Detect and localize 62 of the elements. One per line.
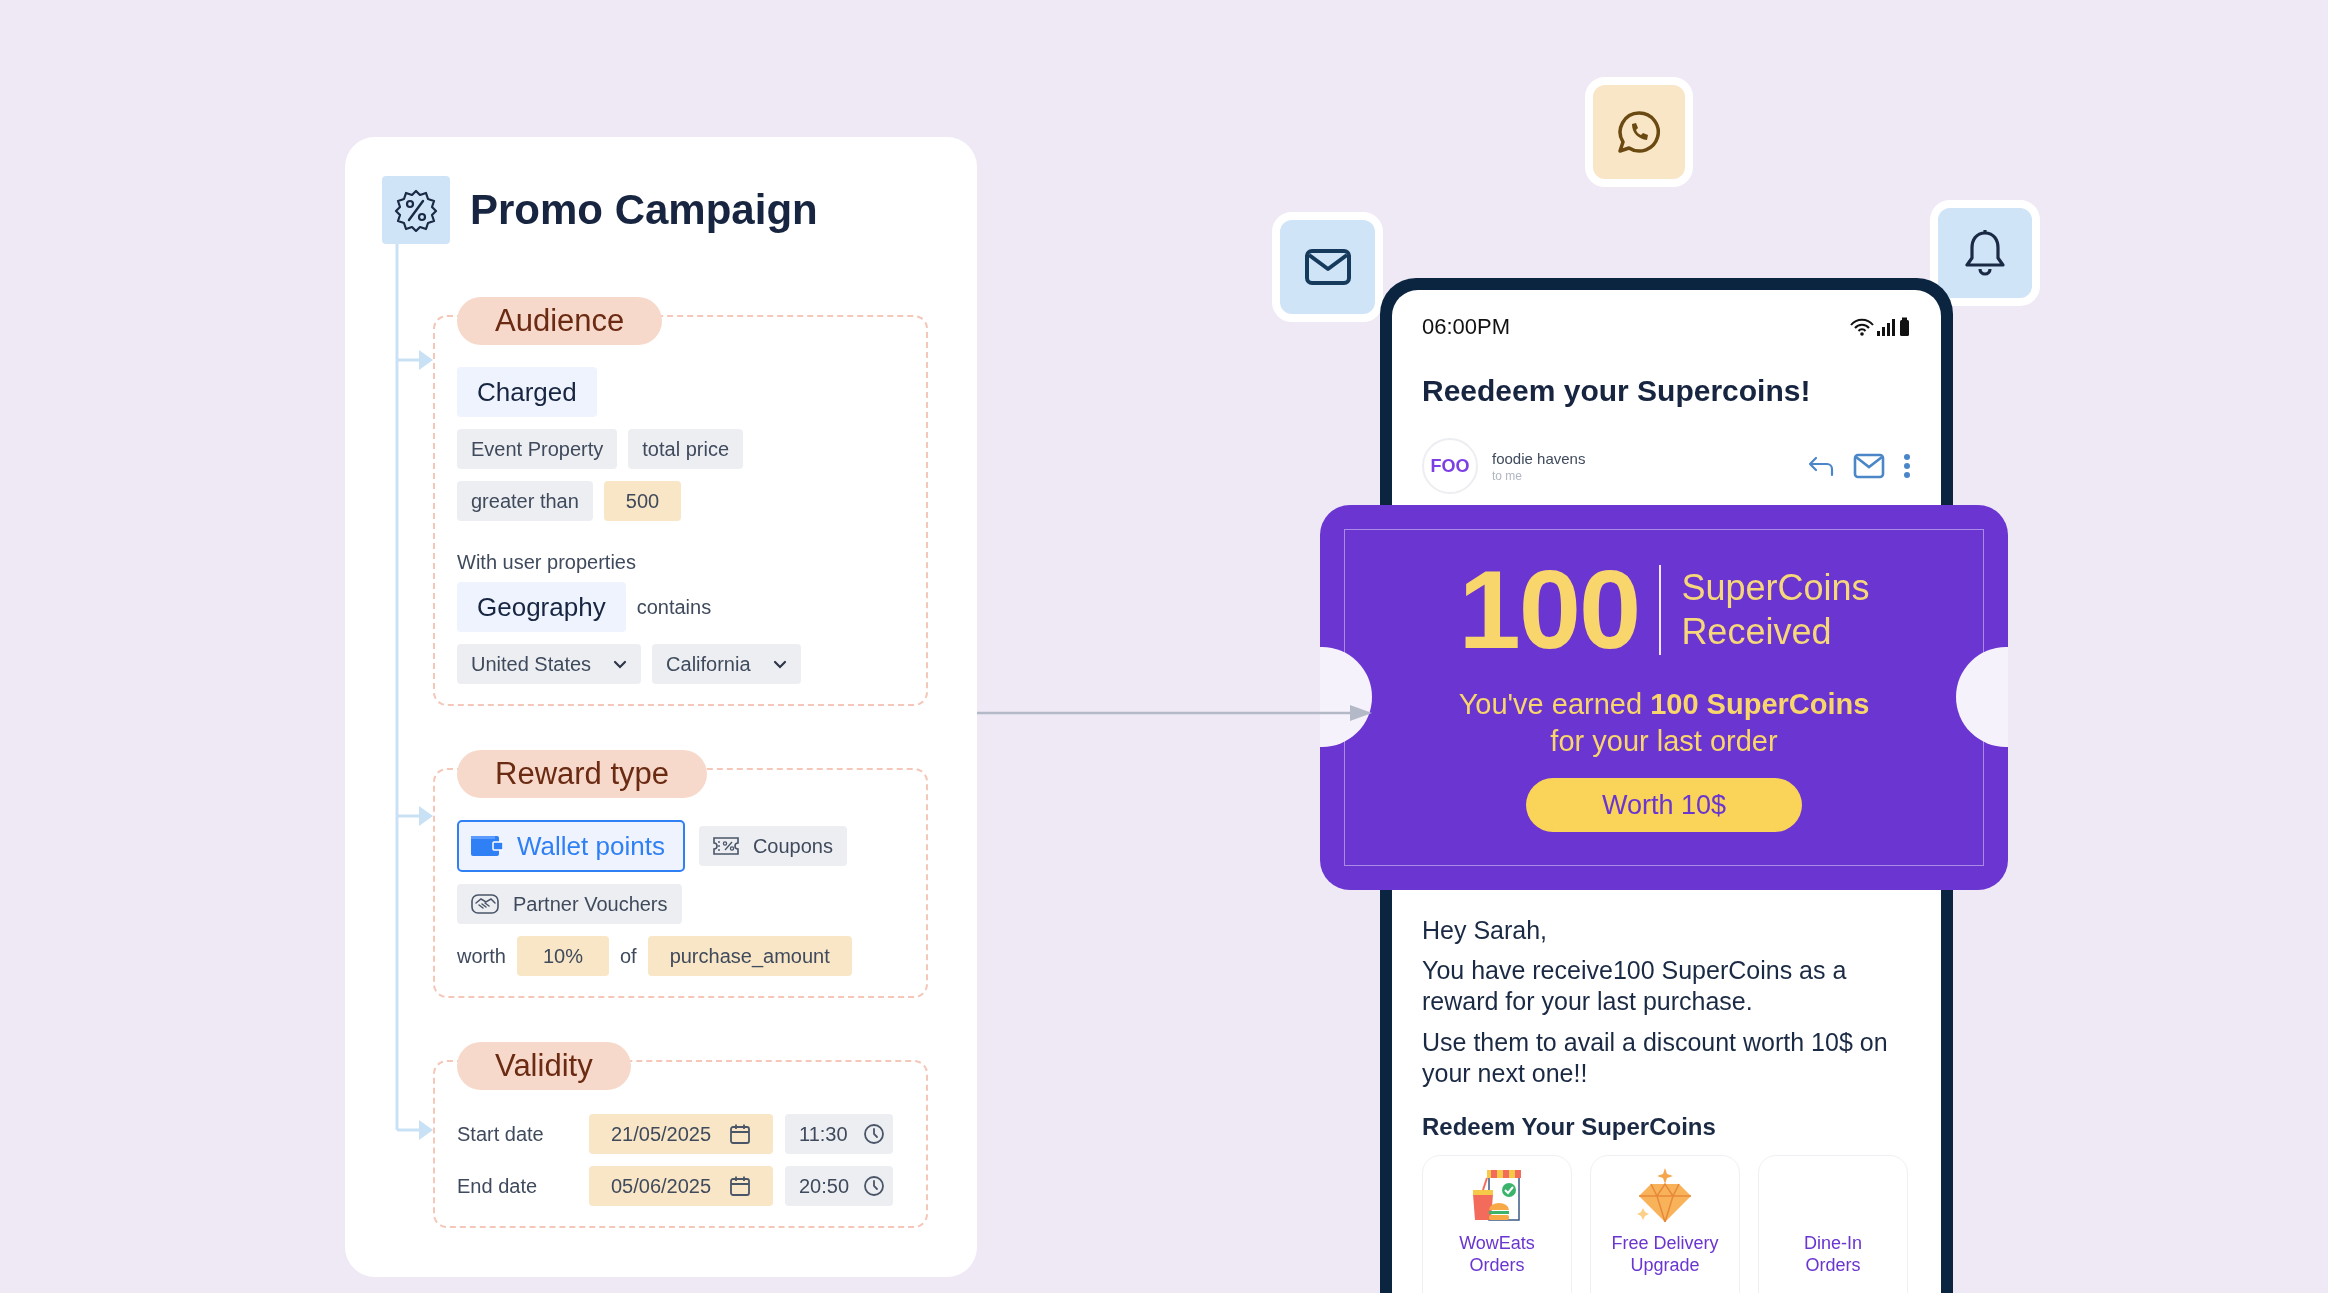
- section-heading: Audience: [457, 297, 663, 345]
- redeem-card[interactable]: WowEats Orders: [1422, 1155, 1572, 1293]
- reply-icon[interactable]: [1807, 455, 1835, 477]
- time-field[interactable]: 11:30: [785, 1114, 893, 1154]
- handshake-icon: [471, 894, 499, 914]
- redeem-heading: Redeem Your SuperCoins: [1422, 1113, 1716, 1141]
- event-chip[interactable]: Charged: [457, 367, 597, 417]
- condition-chip[interactable]: greater than: [457, 481, 593, 521]
- condition-chip[interactable]: Event Property: [457, 429, 618, 469]
- coin-amount: 100: [1458, 554, 1640, 666]
- condition-chip[interactable]: total price: [628, 429, 743, 469]
- recipient-label: to me: [1492, 468, 1523, 483]
- caret-icon: [772, 659, 787, 669]
- time-field[interactable]: 20:50: [785, 1166, 893, 1206]
- worth-button[interactable]: Worth 10$: [1526, 778, 1802, 832]
- operator-label: contains: [636, 595, 712, 619]
- dropdown[interactable]: United States: [457, 644, 642, 684]
- date-label: End date: [457, 1174, 539, 1198]
- chat-phone-icon: [1616, 109, 1662, 155]
- mail-icon: [1304, 249, 1351, 285]
- email-paragraph: Use them to avail a discount worth 10$ on your next one!!: [1422, 1027, 1889, 1089]
- panel-title: Promo Campaign: [470, 186, 818, 234]
- email-paragraph: You have receive100 SuperCoins as a reward for your last purchase.: [1422, 955, 1848, 1017]
- section-heading: Validity: [457, 1042, 631, 1090]
- notification-icon: [1963, 229, 2007, 277]
- redeem-card[interactable]: Free Delivery Upgrade: [1590, 1155, 1740, 1293]
- discount-badge-icon: [382, 176, 450, 244]
- wallet-icon: [471, 836, 503, 856]
- percent-chip[interactable]: 10%: [516, 936, 609, 976]
- coupon-message: You've earned 100 SuperCoins for your last order: [1457, 687, 1871, 759]
- sender-name: foodie havens: [1492, 449, 1586, 467]
- condition-chip[interactable]: 500: [603, 481, 682, 521]
- dropdown[interactable]: California: [652, 644, 801, 684]
- status-icons-drawing: [1849, 317, 1911, 337]
- field-chip[interactable]: purchase_amount: [647, 936, 852, 976]
- calendar-icon: [729, 1175, 751, 1197]
- coupon-icon: [712, 837, 739, 855]
- worth-label: worth: [457, 944, 506, 968]
- coin-status: Received: [1681, 610, 1833, 654]
- status-time: 06:00PM: [1422, 314, 1511, 340]
- section-heading: Reward type: [457, 750, 708, 798]
- food-store-drawing: [1471, 1168, 1523, 1222]
- email-greeting: Hey Sarah,: [1422, 916, 1548, 945]
- calendar-icon: [729, 1123, 751, 1145]
- date-field[interactable]: 21/05/2025: [589, 1114, 773, 1154]
- redeem-card[interactable]: Dine-In Orders: [1758, 1155, 1908, 1293]
- mail-icon[interactable]: [1853, 453, 1885, 479]
- caret-icon: [613, 659, 628, 669]
- user-properties-label: With user properties: [457, 551, 636, 574]
- gem-drawing: [1637, 1168, 1693, 1222]
- reward-option[interactable]: Coupons: [698, 826, 847, 866]
- reward-option[interactable]: Partner Vouchers: [457, 884, 682, 924]
- property-chip[interactable]: Geography: [457, 582, 626, 632]
- sender-avatar: FOO: [1422, 438, 1478, 494]
- date-label: Start date: [457, 1122, 545, 1146]
- coin-unit: SuperCoins: [1681, 566, 1870, 610]
- clock-icon: [863, 1123, 885, 1145]
- date-field[interactable]: 05/06/2025: [589, 1166, 773, 1206]
- email-subject: Reedeem your Supercoins!: [1422, 374, 1811, 408]
- of-label: of: [619, 944, 637, 968]
- clock-icon: [863, 1175, 885, 1197]
- more-icon[interactable]: [1903, 453, 1911, 479]
